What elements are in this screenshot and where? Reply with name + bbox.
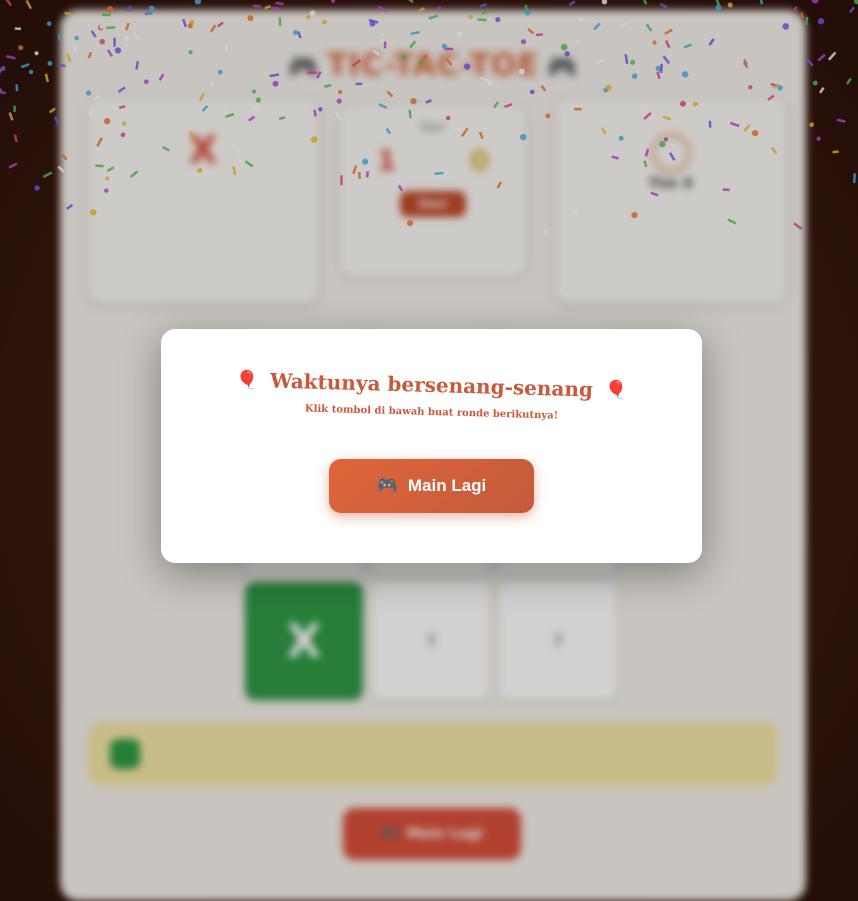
modal-title-text: Waktunya bersenang-senang [269, 368, 594, 402]
balloons-icon: 🎈 [235, 369, 259, 391]
modal-title: 🎈 Waktunya bersenang-senang 🎈 [161, 365, 702, 404]
play-again-button[interactable]: 🎮 Main Lagi [329, 459, 534, 513]
celebration-modal: 🎈 Waktunya bersenang-senang 🎈 Klik tombo… [161, 329, 702, 563]
modal-subtitle: Klik tombol di bawah buat ronde berikutn… [304, 403, 559, 422]
gamepad-icon: 🎮 [376, 476, 398, 495]
play-again-label: Main Lagi [407, 476, 487, 495]
balloons-icon: 🎈 [604, 379, 628, 401]
